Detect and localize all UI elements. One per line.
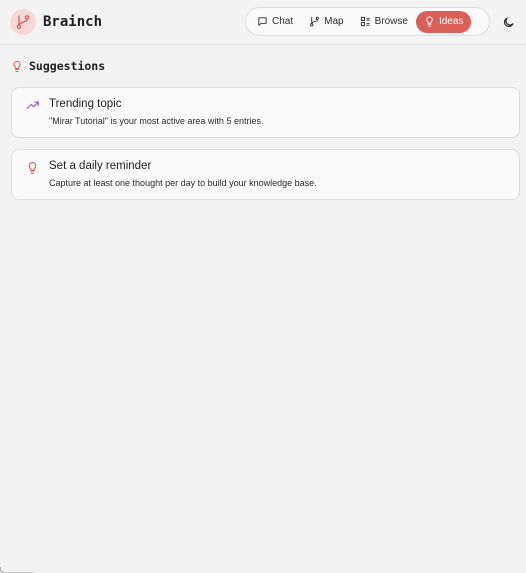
moon-icon <box>503 17 513 27</box>
suggestion-card-reminder[interactable]: Set a daily reminder Capture at least on… <box>11 149 520 200</box>
suggestions-title: Suggestions <box>29 59 106 73</box>
suggestion-card-trending[interactable]: Trending topic "Mirar Tutorial" is your … <box>11 87 520 138</box>
nav-browse-label: Browse <box>374 16 408 27</box>
nav-browse[interactable]: Browse <box>352 11 416 33</box>
lightbulb-icon <box>26 160 39 181</box>
nav-map[interactable]: Map <box>301 11 351 33</box>
lightbulb-icon <box>426 16 433 27</box>
brand[interactable]: Brainch <box>10 9 102 35</box>
nav-chat-label: Chat <box>272 16 294 27</box>
suggestion-title: Set a daily reminder <box>49 160 152 172</box>
trending-up-icon <box>25 98 41 117</box>
nav-map-label: Map <box>324 16 344 27</box>
window-corner-decoration <box>0 567 34 573</box>
app-root: Brainch Chat Map Browse Ideas Suggestion… <box>0 0 526 573</box>
branch-logo-icon <box>10 9 36 35</box>
theme-toggle-button[interactable] <box>500 14 516 30</box>
lightbulb-icon <box>13 60 21 72</box>
branch-icon <box>310 16 319 27</box>
suggestion-description: "Mirar Tutorial" is your most active are… <box>49 116 264 126</box>
nav-chat[interactable]: Chat <box>249 11 301 33</box>
main-nav: Chat Map Browse Ideas <box>245 7 490 36</box>
top-bar: Brainch Chat Map Browse Ideas <box>0 0 526 45</box>
suggestion-description: Capture at least one thought per day to … <box>49 178 317 188</box>
nav-ideas-label: Ideas <box>438 16 464 27</box>
suggestions-heading: Suggestions <box>11 59 105 73</box>
chat-bubble-icon <box>258 17 267 26</box>
nav-ideas[interactable]: Ideas <box>415 10 472 33</box>
list-icon <box>360 16 370 27</box>
suggestion-title: Trending topic <box>49 98 122 110</box>
app-name: Brainch <box>43 14 103 30</box>
